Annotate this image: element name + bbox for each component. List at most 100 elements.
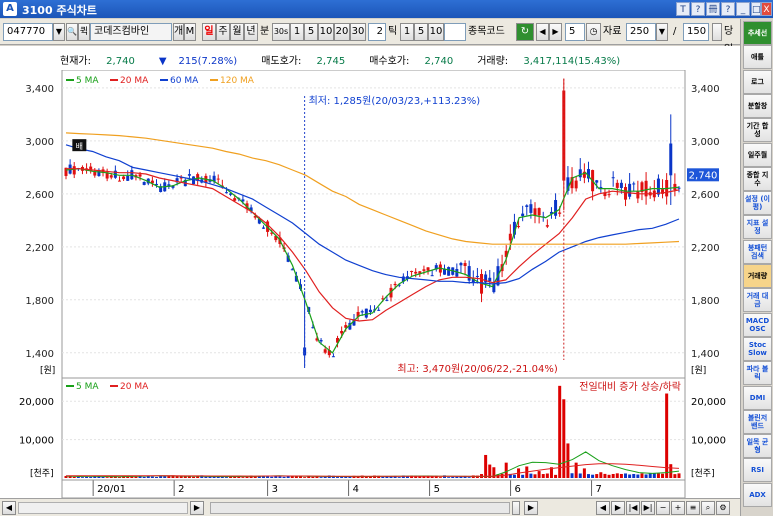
today-checkbox[interactable]: [712, 23, 722, 41]
scroll-thumb[interactable]: [512, 501, 520, 515]
stock-code-input[interactable]: 047770: [3, 23, 53, 41]
split-window-tool[interactable]: 분할창: [743, 93, 772, 118]
data-count-dropdown-icon[interactable]: ▼: [656, 23, 668, 41]
period-year-button[interactable]: 년: [244, 23, 258, 41]
tick-1-button[interactable]: 1: [400, 23, 414, 41]
candle-body: [430, 275, 434, 277]
info-button[interactable]: ?: [721, 2, 735, 16]
candle-body: [529, 204, 533, 213]
scroll-track-left[interactable]: [18, 502, 188, 514]
settings-icon[interactable]: ⚙: [716, 501, 730, 515]
price-tick-left: 3,400: [25, 84, 54, 95]
volume-bar: [656, 473, 660, 478]
candle-body: [385, 299, 389, 301]
log-tool[interactable]: 로그: [743, 69, 772, 94]
scroll-last-icon[interactable]: ▶|: [641, 501, 655, 515]
current-price-value: 2,740: [106, 56, 135, 67]
help-button[interactable]: ?: [691, 2, 705, 16]
volume-bar: [607, 474, 611, 478]
volume-bar: [455, 476, 459, 478]
parabolic-tool[interactable]: 파라 볼릭: [743, 361, 772, 386]
bollinger-tool[interactable]: 볼린저 밴드: [743, 409, 772, 434]
period-day-button[interactable]: 일: [202, 23, 216, 41]
exp-tool[interactable]: 애틀: [743, 45, 772, 70]
maximize-button[interactable]: □: [751, 2, 761, 16]
plus-icon[interactable]: +: [671, 501, 685, 515]
scroll-first-icon[interactable]: |◀: [626, 501, 640, 515]
candle-body: [187, 174, 191, 176]
composite-index-tool[interactable]: 종합 지수: [743, 166, 772, 191]
font-size-button[interactable]: T: [676, 2, 690, 16]
code-dropdown-icon[interactable]: ▼: [53, 23, 65, 41]
dmi-tool[interactable]: DMI: [743, 385, 772, 410]
scroll-right-icon[interactable]: ▶: [190, 501, 204, 515]
zoom-out-icon[interactable]: ◀: [596, 501, 610, 515]
period-month-button[interactable]: 월: [230, 23, 244, 41]
indicator-settings-tool[interactable]: 지표 설정: [743, 215, 772, 240]
period-5min-button[interactable]: 5: [304, 23, 318, 41]
display-count-input[interactable]: 150: [683, 23, 709, 41]
macd-osc-tool[interactable]: MACD OSC: [743, 312, 772, 337]
period-30s-button[interactable]: 30s: [272, 23, 290, 41]
minimize-button[interactable]: _: [736, 2, 750, 16]
scroll-end-icon[interactable]: ▶: [524, 501, 538, 515]
current-price-label: 현재가:: [60, 56, 91, 67]
minus-icon[interactable]: −: [656, 501, 670, 515]
horizontal-scrollbar[interactable]: ◀ ▶ ▶ ◀ ▶ |◀ ▶| − + ≡ ⌕ ⚙: [0, 498, 740, 516]
search-icon[interactable]: 🔍: [66, 23, 78, 41]
volume-chart[interactable]: 20,000 20,000 10,000 10,000 [천주] [천주] 5 MA 20 M…: [0, 378, 740, 498]
volume-bar: [554, 474, 558, 478]
price-tick-right: 1,800: [691, 296, 720, 307]
prev-arrow-icon[interactable]: ◀: [536, 23, 549, 41]
ge-button[interactable]: 개: [173, 23, 184, 41]
tick-custom-input[interactable]: [444, 23, 466, 41]
candle-body: [410, 270, 414, 272]
stock-search-button[interactable]: 퀵: [78, 23, 90, 41]
tick-10-button[interactable]: 10: [428, 23, 444, 41]
ma-settings-tool[interactable]: 설정 (이평): [743, 191, 772, 216]
candle-body: [537, 208, 541, 216]
rsi-tool[interactable]: RSI: [743, 458, 772, 483]
period-10min-button[interactable]: 10: [318, 23, 334, 41]
next-arrow-icon[interactable]: ▶: [549, 23, 562, 41]
zoom-in-icon[interactable]: ▶: [611, 501, 625, 515]
volume-unit-left: [천주]: [30, 468, 54, 479]
link-button[interactable]: 冊: [706, 2, 720, 16]
x-axis-label: 6: [515, 484, 521, 495]
dwm-tool[interactable]: 일주월: [743, 142, 772, 167]
trendline-tool[interactable]: 추세선: [743, 21, 772, 45]
period-minute-label: 분: [260, 26, 270, 37]
stoch-slow-tool[interactable]: Stoc Slow: [743, 336, 772, 361]
volume-bar: [340, 476, 344, 478]
scroll-left-icon[interactable]: ◀: [2, 501, 16, 515]
volume-bar: [599, 472, 603, 478]
period-week-button[interactable]: 주: [216, 23, 230, 41]
data-count-select[interactable]: 250: [626, 23, 656, 41]
step-input[interactable]: 5: [565, 23, 585, 41]
search-small-icon[interactable]: ⌕: [701, 501, 715, 515]
volume-bar: [447, 477, 451, 478]
candle-body: [521, 213, 525, 217]
tick-5-button[interactable]: 5: [414, 23, 428, 41]
volume-tool[interactable]: 거래량: [743, 264, 772, 288]
clock-icon[interactable]: ◷: [586, 23, 601, 41]
price-tick-left: 1,400: [25, 349, 54, 360]
refresh-icon[interactable]: ↻: [516, 23, 534, 41]
period-1min-button[interactable]: 1: [290, 23, 304, 41]
trade-value-tool[interactable]: 거래 대금: [743, 288, 772, 313]
x-axis-label: 5: [434, 484, 440, 495]
m-button[interactable]: M: [184, 23, 196, 41]
pattern-search-tool[interactable]: 봉패턴 검색: [743, 239, 772, 264]
scroll-track[interactable]: [210, 502, 510, 514]
volume-bar: [72, 476, 76, 478]
close-button[interactable]: X: [761, 2, 772, 16]
period-merge-tool[interactable]: 기간 합성: [743, 118, 772, 143]
period-20min-button[interactable]: 20: [334, 23, 350, 41]
adx-tool[interactable]: ADX: [743, 482, 772, 507]
period-30min-button[interactable]: 30: [350, 23, 366, 41]
price-chart[interactable]: 3,400 3,400 3,000 3,000 2,600 2,600 2,200 2,200…: [0, 70, 740, 378]
list-icon[interactable]: ≡: [686, 501, 700, 515]
volume-bar: [541, 474, 545, 478]
ichimoku-tool[interactable]: 일목 균형: [743, 434, 772, 459]
tick-value-input[interactable]: 2: [368, 23, 386, 41]
